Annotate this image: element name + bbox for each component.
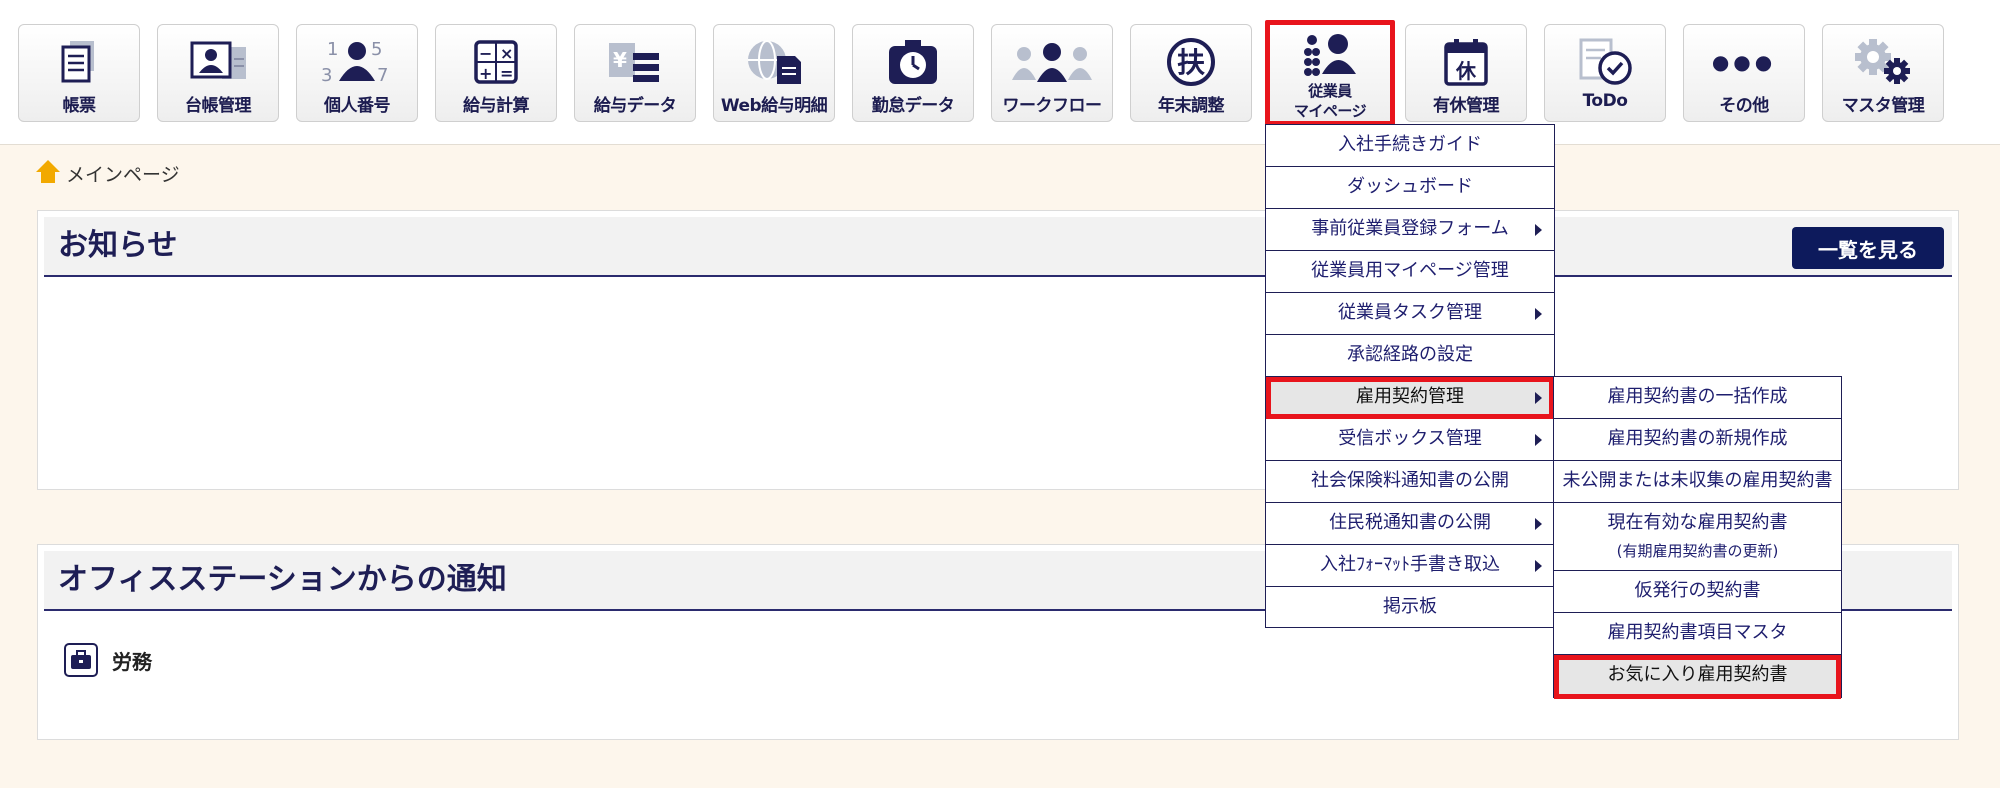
top-toolbar: 帳票 台帳管理 1 5 3 7 個人番号 − × + = 給与計算 ¥ 給与デー… — [0, 0, 2000, 145]
person-numbers-icon: 1 5 3 7 — [297, 37, 417, 87]
svg-text:扶: 扶 — [1177, 46, 1205, 79]
fu-seal-icon: 扶 — [1131, 37, 1251, 87]
toolbar-label: その他 — [1719, 96, 1769, 116]
toolbar-label: 台帳管理 — [185, 96, 252, 116]
breadcrumb: メインページ — [36, 158, 180, 188]
chevron-right-icon — [1535, 518, 1542, 530]
submenu-item-current-valid-note: (有期雇用契約書の更新) — [1616, 542, 1779, 560]
submenu-item-favorites[interactable]: お気に入り雇用契約書 — [1554, 655, 1841, 699]
toolbar-label: 従業員 マイページ — [1270, 81, 1390, 121]
toolbar-label-line1: 従業員 — [1308, 82, 1352, 100]
submenu-item-item-master[interactable]: 雇用契約書項目マスタ — [1554, 613, 1841, 655]
toolbar-label: 給与データ — [593, 96, 677, 116]
toolbar-label: 有休管理 — [1433, 96, 1500, 116]
chevron-right-icon — [1535, 224, 1542, 236]
calendar-icon-text: 休 — [1455, 59, 1477, 83]
menu-item-social-insurance-notice[interactable]: 社会保険料通知書の公開 — [1266, 461, 1554, 503]
chevron-right-icon — [1535, 308, 1542, 320]
svg-text:+: + — [479, 64, 492, 83]
notice-title: お知らせ — [58, 228, 178, 263]
employee-mypage-dropdown: 入社手続きガイド ダッシュボード 事前従業員登録フォーム 従業員用マイページ管理… — [1265, 124, 1555, 628]
toolbar-label: 勤怠データ — [871, 96, 955, 116]
labor-label: 労務 — [112, 649, 152, 674]
calendar-icon: 休 — [1406, 37, 1526, 87]
toolbar-button-paid-leave[interactable]: 休 有休管理 — [1405, 24, 1527, 122]
toolbar-button-employee-mypage[interactable]: 従業員 マイページ — [1265, 20, 1395, 126]
chevron-right-icon — [1535, 392, 1542, 404]
toolbar-button-master[interactable]: マスタ管理 — [1822, 24, 1944, 122]
submenu-item-new-create[interactable]: 雇用契約書の新規作成 — [1554, 419, 1841, 461]
chevron-right-icon — [1535, 434, 1542, 446]
submenu-item-provisional[interactable]: 仮発行の契約書 — [1554, 571, 1841, 613]
breadcrumb-main-page[interactable]: メインページ — [66, 160, 180, 187]
toolbar-label: マスタ管理 — [1841, 96, 1925, 116]
toolbar-button-payroll-data[interactable]: ¥ 給与データ — [574, 24, 696, 122]
svg-text:¥: ¥ — [613, 48, 627, 72]
menu-item-onboarding-guide[interactable]: 入社手続きガイド — [1266, 125, 1554, 167]
svg-text:7: 7 — [377, 65, 388, 86]
toolbar-label: Web給与明細 — [720, 96, 828, 116]
toolbar-label: 年末調整 — [1158, 96, 1225, 116]
id-card-icon — [158, 37, 278, 87]
svg-text:=: = — [500, 64, 513, 83]
chevron-right-icon — [1535, 560, 1542, 572]
menu-item-mypage-management[interactable]: 従業員用マイページ管理 — [1266, 251, 1554, 293]
toolbar-button-reports[interactable]: 帳票 — [18, 24, 140, 122]
menu-item-approval-route[interactable]: 承認経路の設定 — [1266, 335, 1554, 377]
toolbar-label: ToDo — [1582, 91, 1628, 111]
document-icon — [19, 37, 139, 87]
globe-document-icon — [714, 37, 834, 87]
toolbar-button-ledger[interactable]: 台帳管理 — [157, 24, 279, 122]
submenu-item-current-valid[interactable]: 現在有効な雇用契約書 (有期雇用契約書の更新) — [1554, 503, 1841, 571]
toolbar-button-web-payslip[interactable]: Web給与明細 — [713, 24, 835, 122]
toolbar-button-other[interactable]: ●●● その他 — [1683, 24, 1805, 122]
calculator-icon: − × + = — [436, 37, 556, 87]
toolbar-label: ワークフロー — [1002, 96, 1103, 116]
gears-icon — [1823, 37, 1943, 87]
menu-item-pre-registration-form[interactable]: 事前従業員登録フォーム — [1266, 209, 1554, 251]
menu-item-resident-tax-notice[interactable]: 住民税通知書の公開 — [1266, 503, 1554, 545]
toolbar-label-line2: マイページ — [1293, 102, 1367, 120]
toolbar-button-attendance[interactable]: 勤怠データ — [852, 24, 974, 122]
more-dots-icon: ●●● — [1684, 37, 1804, 87]
view-list-button[interactable]: 一覧を見る — [1792, 227, 1944, 269]
svg-text:3: 3 — [321, 65, 332, 86]
toolbar-button-todo[interactable]: ToDo — [1544, 24, 1666, 122]
toolbar-label: 給与計算 — [463, 96, 530, 116]
more-dots-text: ●●● — [1711, 50, 1777, 74]
svg-text:×: × — [500, 44, 513, 63]
menu-item-task-management[interactable]: 従業員タスク管理 — [1266, 293, 1554, 335]
menu-item-inbox-management[interactable]: 受信ボックス管理 — [1266, 419, 1554, 461]
menu-item-employment-contract[interactable]: 雇用契約管理 — [1266, 377, 1554, 419]
employment-contract-submenu: 雇用契約書の一括作成 雇用契約書の新規作成 未公開または未収集の雇用契約書 現在… — [1553, 376, 1842, 699]
station-title: オフィスステーションからの通知 — [58, 562, 507, 597]
toolbar-button-year-end[interactable]: 扶 年末調整 — [1130, 24, 1252, 122]
toolbar-label: 帳票 — [62, 96, 97, 116]
salary-data-icon: ¥ — [575, 37, 695, 87]
briefcase-icon — [64, 643, 98, 677]
home-icon[interactable] — [36, 159, 60, 187]
menu-item-dashboard[interactable]: ダッシュボード — [1266, 167, 1554, 209]
todo-check-icon — [1545, 37, 1665, 87]
employee-mypage-icon — [1270, 33, 1390, 76]
clock-icon — [853, 37, 973, 87]
notice-panel-header: お知らせ 一覧を見る — [44, 217, 1952, 277]
menu-item-handwritten-import[interactable]: 入社ﾌｫｰﾏｯﾄ手書き取込 — [1266, 545, 1554, 587]
svg-text:1: 1 — [327, 39, 338, 60]
toolbar-button-payroll-calc[interactable]: − × + = 給与計算 — [435, 24, 557, 122]
labor-category[interactable]: 労務 — [64, 643, 152, 677]
people-workflow-icon — [992, 37, 1112, 87]
toolbar-label: 個人番号 — [324, 96, 391, 116]
toolbar-button-personal-number[interactable]: 1 5 3 7 個人番号 — [296, 24, 418, 122]
svg-text:−: − — [479, 44, 492, 63]
submenu-item-bulk-create[interactable]: 雇用契約書の一括作成 — [1554, 377, 1841, 419]
svg-text:5: 5 — [371, 39, 382, 60]
toolbar-button-workflow[interactable]: ワークフロー — [991, 24, 1113, 122]
menu-item-bulletin-board[interactable]: 掲示板 — [1266, 587, 1554, 629]
submenu-item-unpublished[interactable]: 未公開または未収集の雇用契約書 — [1554, 461, 1841, 503]
